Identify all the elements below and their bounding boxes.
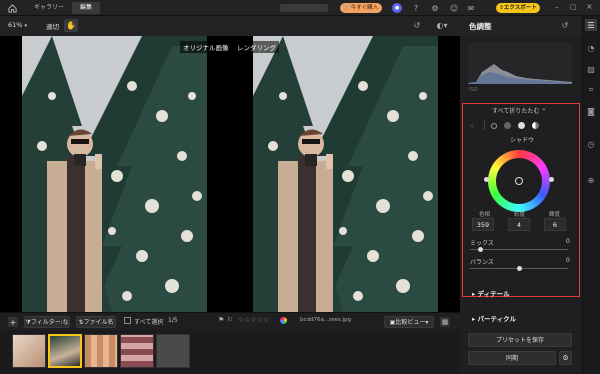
export-label: エクスポート bbox=[503, 5, 537, 11]
collapse-all-label: すべて折りたたむ bbox=[492, 108, 540, 115]
mix-value: 0 bbox=[566, 238, 570, 245]
close-button[interactable]: × bbox=[586, 2, 594, 12]
preset-icon[interactable]: ◔ bbox=[585, 42, 597, 54]
histogram bbox=[468, 42, 572, 84]
color-wheel[interactable] bbox=[488, 150, 550, 212]
chevron-right-icon: ▸ bbox=[472, 290, 476, 298]
lum-label: 輝度 bbox=[549, 212, 561, 218]
flag-icons[interactable]: ⚑ ⚐ bbox=[218, 316, 233, 324]
settings-icon[interactable]: ⚙ bbox=[430, 3, 440, 13]
global-tone-icon[interactable] bbox=[491, 123, 497, 129]
particle-label: パーティクル bbox=[477, 315, 516, 323]
balance-value: 0 bbox=[566, 257, 570, 264]
home-icon[interactable] bbox=[7, 3, 17, 13]
detail-section-header[interactable]: ▸ ディテール bbox=[472, 288, 510, 298]
export-button[interactable]: ⇪エクスポート bbox=[496, 3, 540, 13]
balance-label: バランス bbox=[470, 259, 494, 266]
zoom-value: 61% bbox=[8, 21, 23, 29]
star-rating[interactable]: ☆☆☆☆☆ bbox=[238, 316, 269, 324]
filename-text: bcdd76a...rees.jpg bbox=[300, 317, 352, 323]
chevron-right-icon: ▸ bbox=[472, 315, 476, 323]
compare-view-label: 比較ビュー bbox=[395, 319, 426, 326]
wheel-right-handle[interactable] bbox=[549, 177, 554, 182]
histogram-info: ISO - bbox=[469, 87, 481, 93]
wheel-left-handle[interactable] bbox=[484, 177, 489, 182]
panel-title: 色調整 bbox=[469, 22, 492, 31]
chevron-up-icon: ⌃ bbox=[541, 108, 547, 115]
undo-icon[interactable]: ↺ bbox=[412, 20, 422, 30]
thumbnail[interactable] bbox=[12, 334, 46, 368]
hand-tool-icon[interactable]: ✋ bbox=[64, 19, 78, 32]
color-label-icon[interactable] bbox=[280, 317, 287, 324]
camera-icon[interactable]: ◙ bbox=[585, 105, 597, 117]
sync-settings-icon[interactable]: ⚙ bbox=[559, 351, 572, 365]
page-count: 1/5 bbox=[168, 317, 178, 324]
fit-button[interactable]: 適切 bbox=[46, 21, 59, 31]
mix-slider-track[interactable] bbox=[470, 249, 568, 250]
save-preset-button[interactable]: プリセットを保存 bbox=[468, 333, 572, 347]
history-icon[interactable]: ◷ bbox=[585, 138, 597, 150]
grid-view-icon[interactable]: ▦ bbox=[440, 317, 450, 327]
add-tool-icon[interactable]: ⊕ bbox=[585, 174, 597, 186]
shadows-tone-icon[interactable] bbox=[504, 122, 511, 129]
saturation-field[interactable]: 4 bbox=[508, 218, 530, 231]
maximize-button[interactable]: ▢ bbox=[570, 3, 578, 13]
thumbnail-selected[interactable] bbox=[48, 334, 82, 368]
highlights-tone-icon[interactable] bbox=[532, 122, 539, 129]
chevron-down-icon: ▾ bbox=[24, 23, 28, 29]
help-icon[interactable]: ? bbox=[411, 3, 421, 13]
balance-slider-handle[interactable] bbox=[517, 266, 522, 271]
tab-edit[interactable]: 編集 bbox=[72, 2, 101, 14]
crop-icon[interactable]: ⌗ bbox=[585, 84, 597, 96]
buy-now-button[interactable]: 🛒今すぐ購入 bbox=[340, 3, 382, 13]
comparison-images bbox=[0, 36, 460, 312]
collapse-all-button[interactable]: すべて折りたたむ ⌃ bbox=[492, 106, 546, 115]
minimize-button[interactable]: – bbox=[555, 3, 563, 13]
compare-view-select[interactable]: ▣比較ビュー▾ bbox=[384, 316, 434, 328]
hue-field[interactable]: 359 bbox=[472, 218, 494, 231]
blurred-account bbox=[280, 4, 328, 12]
chevron-down-icon: ▾ bbox=[425, 319, 429, 326]
sat-label: 彩度 bbox=[514, 212, 526, 218]
panel-header: 色調整 ↺ bbox=[460, 16, 582, 36]
cart-icon: 🛒 bbox=[343, 5, 351, 11]
mix-slider-handle[interactable] bbox=[478, 247, 483, 252]
title-bar: ギャラリー 編集 🛒今すぐ購入 ● ? ⚙ ☺ ✉ ⇪エクスポート – ▢ × bbox=[0, 0, 600, 16]
three-way-icon[interactable]: ⁖ bbox=[470, 122, 474, 130]
color-wheel-center-knob[interactable] bbox=[515, 177, 523, 185]
notification-icon[interactable]: ✉ bbox=[466, 3, 476, 13]
section-label: シャドウ bbox=[510, 137, 535, 144]
adjust-sliders-icon[interactable]: ☰ bbox=[585, 19, 597, 31]
discord-icon[interactable]: ● bbox=[392, 3, 402, 13]
label-rendered: レンダリング bbox=[234, 41, 279, 53]
detail-label: ディテール bbox=[477, 290, 510, 298]
midtones-tone-icon[interactable] bbox=[518, 122, 525, 129]
filmstrip-toolbar: + ⧩フィルター:なし ⇅ファイル名 すべて選択 1/5 ⚑ ⚐ ☆☆☆☆☆ b… bbox=[0, 312, 460, 337]
luminance-field[interactable]: 6 bbox=[544, 218, 566, 231]
hue-label: 色相 bbox=[479, 212, 491, 218]
tab-gallery[interactable]: ギャラリー bbox=[26, 2, 72, 14]
thumbnail[interactable] bbox=[84, 334, 118, 368]
label-original: オリジナル画像 bbox=[180, 41, 232, 53]
image-canvas[interactable]: オリジナル画像 レンダリング bbox=[0, 36, 460, 312]
sort-filename-button[interactable]: ⇅ファイル名 bbox=[76, 316, 116, 328]
zoom-select[interactable]: 61% ▾ bbox=[8, 21, 27, 29]
thumbnail[interactable] bbox=[120, 334, 154, 368]
sync-button[interactable]: 同期 bbox=[468, 351, 556, 365]
thumbnail[interactable] bbox=[156, 334, 190, 368]
image-icon[interactable]: ▨ bbox=[585, 63, 597, 75]
reset-icon[interactable]: ↺ bbox=[560, 20, 570, 30]
select-all-label: すべて選択 bbox=[134, 319, 164, 326]
particle-section-header[interactable]: ▸ パーティクル bbox=[472, 313, 516, 323]
separator bbox=[484, 121, 485, 130]
select-all-checkbox[interactable] bbox=[124, 317, 131, 324]
filter-button[interactable]: ⧩フィルター:なし bbox=[24, 316, 70, 337]
mix-label: ミックス bbox=[470, 240, 494, 247]
account-icon[interactable]: ☺ bbox=[449, 3, 459, 13]
buy-now-label: 今すぐ購入 bbox=[350, 5, 379, 11]
compare-icon[interactable]: ◐▾ bbox=[435, 20, 449, 30]
canvas-toolbar: 61% ▾ 適切 ✋ ↺ ◐▾ bbox=[0, 16, 460, 36]
add-icon[interactable]: + bbox=[8, 317, 18, 327]
sort-label: ファイル名 bbox=[83, 319, 114, 326]
